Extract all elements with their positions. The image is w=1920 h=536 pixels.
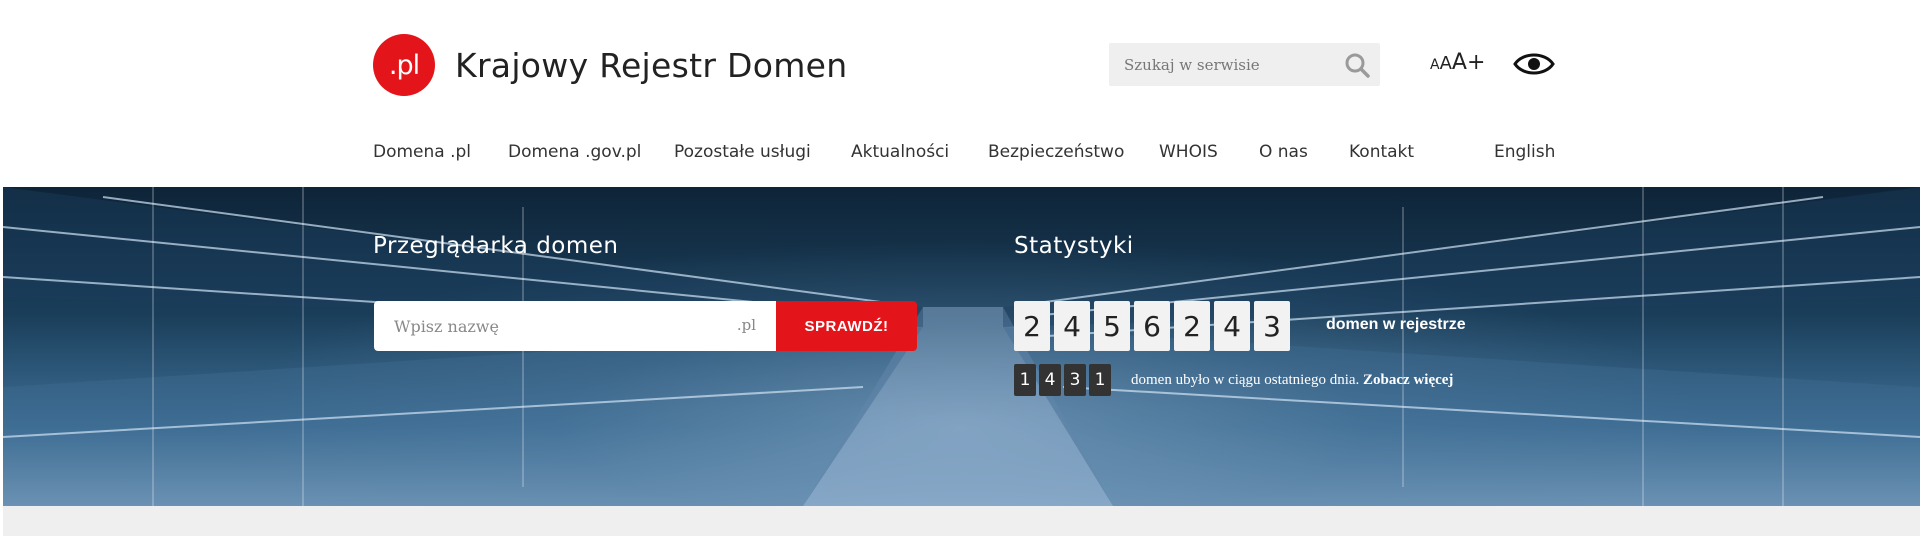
site-title: Krajowy Rejestr Domen <box>455 45 848 85</box>
counter-digit: 2 <box>1174 301 1210 351</box>
domain-browser-title: Przeglądarka domen <box>373 233 619 259</box>
hero-banner: Przeglądarka domen .pl SPRAWDŹ! Statysty… <box>3 187 1920 506</box>
domain-decrease-label: domen ubyło w ciągu ostatniego dnia. Zob… <box>1131 372 1453 389</box>
site-header: .pl Krajowy Rejestr Domen AAA+ Domena .p… <box>0 0 1920 187</box>
domain-count-label: domen w rejestrze <box>1326 316 1466 333</box>
site-search <box>1109 43 1380 86</box>
font-size-large: A+ <box>1451 50 1486 75</box>
eye-icon[interactable] <box>1513 50 1555 78</box>
font-size-medium: A <box>1439 53 1452 74</box>
search-icon[interactable] <box>1344 52 1370 78</box>
font-size-toggle[interactable]: AAA+ <box>1430 50 1485 75</box>
counter-digit: 5 <box>1094 301 1130 351</box>
tld-label: .pl <box>736 316 756 334</box>
small-counter-digit: 1 <box>1089 364 1111 396</box>
logo-badge: .pl <box>373 34 435 96</box>
check-domain-button[interactable]: SPRAWDŹ! <box>776 301 917 351</box>
page-content-strip <box>3 506 1920 536</box>
search-input[interactable] <box>1124 43 1334 86</box>
nav-item-domena-pl[interactable]: Domena .pl <box>373 142 471 162</box>
see-more-link[interactable]: Zobacz więcej <box>1363 372 1453 388</box>
small-counter-digit: 3 <box>1064 364 1086 396</box>
statistics-title: Statystyki <box>1014 233 1134 259</box>
nav-item-kontakt[interactable]: Kontakt <box>1349 142 1414 162</box>
domain-count-counter: 2 4 5 6 2 4 3 <box>1014 301 1294 351</box>
counter-digit: 2 <box>1014 301 1050 351</box>
nav-item-pozostale-uslugi[interactable]: Pozostałe usługi <box>674 142 811 162</box>
nav-item-bezpieczenstwo[interactable]: Bezpieczeństwo <box>988 142 1124 162</box>
decrease-text: domen ubyło w ciągu ostatniego dnia. <box>1131 372 1360 388</box>
counter-digit: 4 <box>1054 301 1090 351</box>
nav-item-domena-gov-pl[interactable]: Domena .gov.pl <box>508 142 641 162</box>
counter-digit: 4 <box>1214 301 1250 351</box>
small-counter-digit: 4 <box>1039 364 1061 396</box>
small-counter-digit: 1 <box>1014 364 1036 396</box>
hero-background-image <box>3 187 1920 506</box>
font-size-small: A <box>1430 57 1440 73</box>
counter-digit: 3 <box>1254 301 1290 351</box>
nav-item-whois[interactable]: WHOIS <box>1159 142 1218 162</box>
domain-search-box: .pl <box>374 301 776 351</box>
language-switch[interactable]: English <box>1494 142 1555 162</box>
site-logo[interactable]: .pl Krajowy Rejestr Domen <box>373 34 847 96</box>
domain-name-input[interactable] <box>394 301 694 351</box>
domain-decrease-counter: 1 4 3 1 <box>1014 364 1114 396</box>
nav-item-aktualnosci[interactable]: Aktualności <box>851 142 949 162</box>
counter-digit: 6 <box>1134 301 1170 351</box>
nav-item-o-nas[interactable]: O nas <box>1259 142 1308 162</box>
